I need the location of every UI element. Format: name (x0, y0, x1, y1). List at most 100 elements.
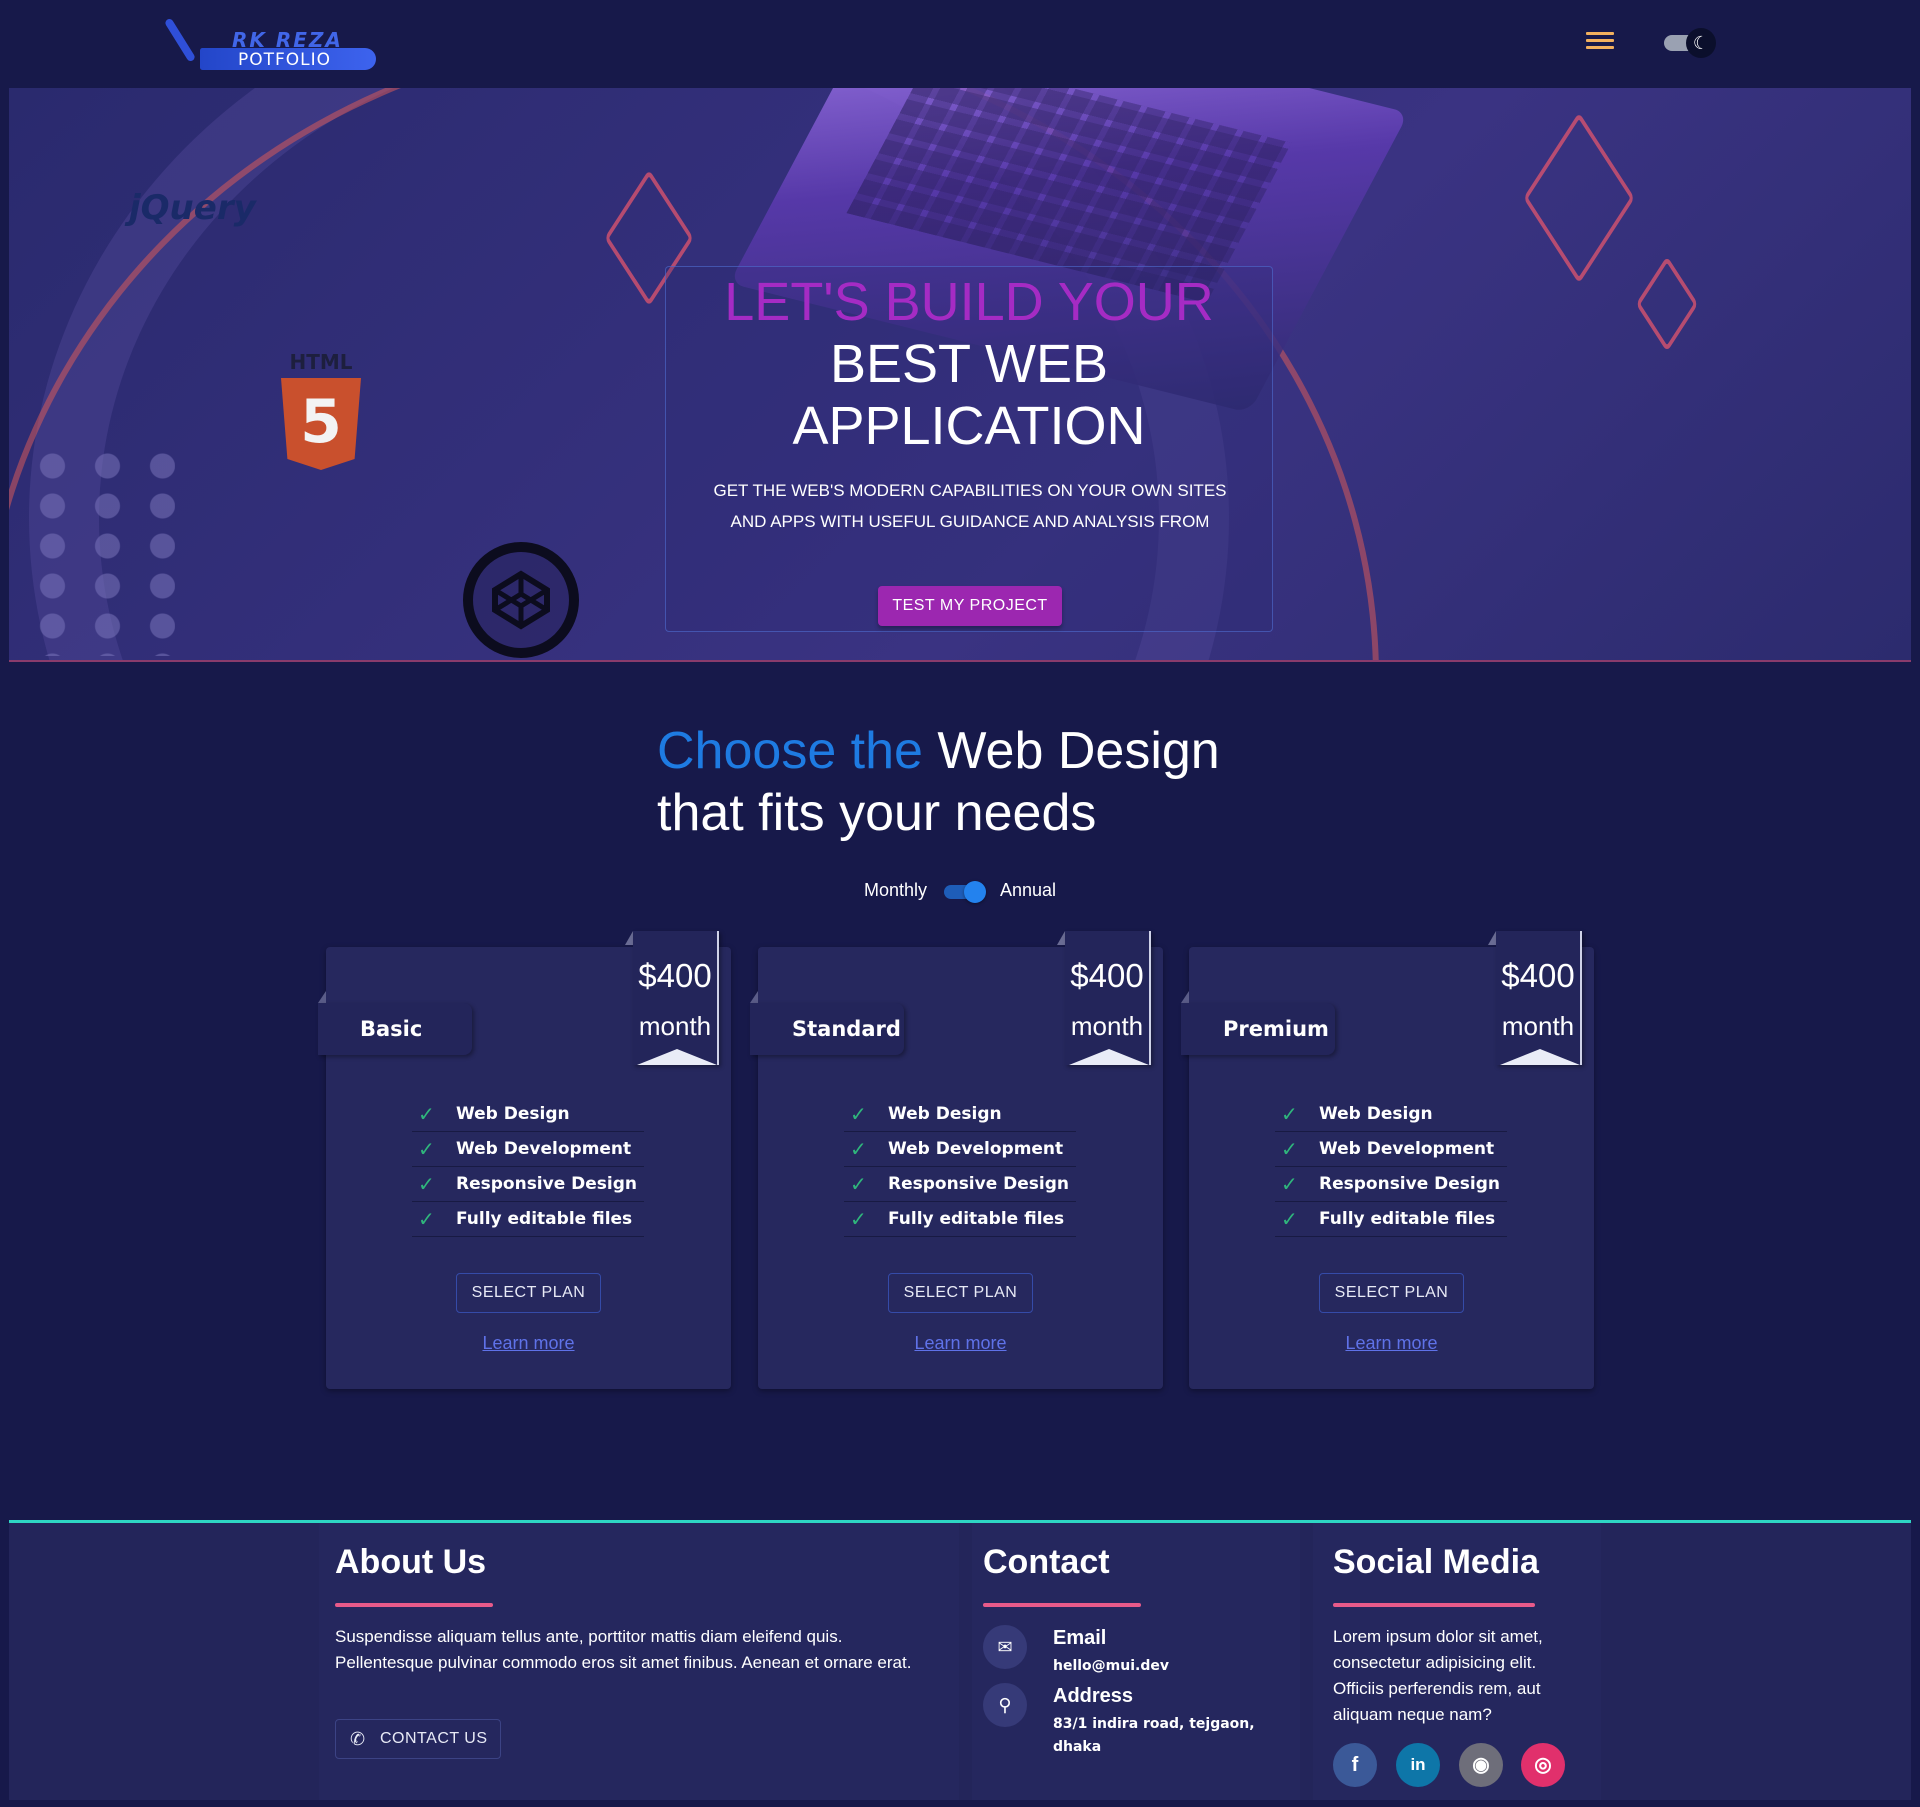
email-value[interactable]: hello@mui.dev (1053, 1655, 1263, 1678)
contact-address-item: ⚲ Address 83/1 indira road, tejgaon, dha… (983, 1683, 1283, 1773)
check-icon: ✓ (418, 1172, 435, 1196)
facebook-icon[interactable]: f (1333, 1743, 1377, 1787)
feature-list: ✓ Web Design ✓ Web Development ✓ Responsive… (412, 1097, 644, 1237)
check-icon: ✓ (418, 1137, 435, 1161)
price-tag-fold (625, 931, 633, 945)
footer-about-text: Suspendisse aliquam tellus ante, porttit… (335, 1627, 912, 1672)
feature-label: Responsive Design (888, 1174, 1070, 1194)
feature-item: ✓ Responsive Design (844, 1167, 1076, 1202)
price-tag: $400 month (1496, 931, 1582, 1065)
html5-logo-label: HTML (289, 350, 353, 374)
feature-label: Web Development (456, 1139, 632, 1159)
select-plan-button[interactable]: SELECT PLAN (888, 1273, 1033, 1313)
check-icon: ✓ (1281, 1207, 1298, 1231)
address-label: Address (1053, 1685, 1134, 1707)
price-tag: $400 month (1065, 931, 1151, 1065)
feature-list: ✓ Web Design ✓ Web Development ✓ Responsive… (1275, 1097, 1507, 1237)
feature-label: Fully editable files (1319, 1209, 1496, 1229)
html5-shield-icon: 5 (281, 378, 361, 470)
feature-list: ✓ Web Design ✓ Web Development ✓ Responsive… (844, 1097, 1076, 1237)
feature-item: ✓ Web Development (1275, 1132, 1507, 1167)
check-icon: ✓ (850, 1102, 867, 1126)
location-pin-icon: ⚲ (983, 1683, 1027, 1727)
contact-us-button[interactable]: ✆ CONTACT US (335, 1719, 501, 1759)
email-icon: ✉ (983, 1625, 1027, 1669)
billing-period-switch-group: Monthly Annual (864, 876, 1064, 906)
plan-period: month (638, 1011, 712, 1041)
learn-more-link[interactable]: Learn more (758, 1333, 1163, 1354)
footer-social-title: Social Media (1333, 1543, 1539, 1581)
check-icon: ✓ (850, 1172, 867, 1196)
check-icon: ✓ (1281, 1172, 1298, 1196)
billing-toggle-switch[interactable] (944, 880, 986, 903)
pricing-heading-accent: Choose the (657, 722, 923, 780)
learn-more-link[interactable]: Learn more (326, 1333, 731, 1354)
check-icon: ✓ (1281, 1137, 1298, 1161)
hero-title-line2: BEST WEB (829, 334, 1109, 394)
plan-card-standard: Standard $400 month ✓ Web Design ✓ Web Dev… (750, 931, 1163, 1389)
price-tag: $400 month (633, 931, 719, 1065)
plan-price: $400 (638, 957, 712, 994)
footer-about-title: About Us (335, 1543, 487, 1581)
hamburger-menu-icon[interactable] (1586, 32, 1614, 54)
feature-item: ✓ Web Development (844, 1132, 1076, 1167)
address-value: 83/1 indira road, tejgaon, dhaka (1053, 1716, 1255, 1755)
feature-item: ✓ Web Design (1275, 1097, 1507, 1132)
feature-item: ✓ Responsive Design (412, 1167, 644, 1202)
instagram-icon[interactable]: ◎ (1521, 1743, 1565, 1787)
price-tag-fold (1057, 931, 1065, 945)
check-icon: ✓ (418, 1207, 435, 1231)
plan-card-basic: Basic $400 month ✓ Web Design ✓ Web Develo… (318, 931, 731, 1389)
select-plan-button[interactable]: SELECT PLAN (456, 1273, 601, 1313)
feature-label: Web Design (1319, 1104, 1433, 1124)
feature-label: Fully editable files (888, 1209, 1065, 1229)
dot-grid-decor (25, 446, 175, 656)
footer-about-underline (335, 1603, 493, 1607)
billing-annual-label: Annual (1000, 880, 1057, 900)
linkedin-icon[interactable]: in (1396, 1743, 1440, 1787)
top-navbar: RK REZA POTFOLIO ☾ (0, 0, 1920, 88)
learn-more-link[interactable]: Learn more (1189, 1333, 1594, 1354)
footer-contact-column: Contact ✉ Email hello@mui.dev ⚲ Address … (972, 1523, 1300, 1800)
plan-period: month (1501, 1011, 1575, 1041)
diamond-decor (1523, 112, 1635, 284)
jquery-logo: jQuery (129, 188, 256, 228)
billing-monthly-label: Monthly (864, 880, 928, 900)
phone-icon: ✆ (350, 1729, 366, 1749)
footer-social-underline (1333, 1603, 1535, 1607)
select-plan-button[interactable]: SELECT PLAN (1319, 1273, 1464, 1313)
check-icon: ✓ (850, 1207, 867, 1231)
moon-icon: ☾ (1686, 28, 1716, 58)
feature-label: Web Development (888, 1139, 1064, 1159)
test-my-project-button[interactable]: TEST MY PROJECT (878, 586, 1062, 626)
hero-title-line1: LET'S BUILD YOUR (724, 272, 1214, 332)
feature-label: Responsive Design (1319, 1174, 1501, 1194)
check-icon: ✓ (850, 1137, 867, 1161)
pricing-heading: Choose the Web Design that fits your nee… (657, 720, 1357, 844)
theme-toggle-switch[interactable]: ☾ (1662, 26, 1720, 60)
plan-name: Basic (318, 1003, 472, 1055)
plan-price: $400 (1501, 957, 1575, 994)
price-tag-notch (1500, 1049, 1580, 1065)
feature-label: Web Development (1319, 1139, 1495, 1159)
logo-title: RK REZA (232, 28, 343, 52)
diamond-decor (1635, 255, 1699, 353)
site-logo[interactable]: RK REZA POTFOLIO (163, 12, 392, 76)
logo-subtitle: POTFOLIO (238, 50, 332, 70)
feature-item: ✓ Fully editable files (844, 1202, 1076, 1237)
ribbon-fold (1181, 991, 1189, 1003)
ribbon-fold (318, 991, 326, 1003)
feature-item: ✓ Web Design (844, 1097, 1076, 1132)
feature-item: ✓ Web Development (412, 1132, 644, 1167)
feature-item: ✓ Responsive Design (1275, 1167, 1507, 1202)
logo-brush-handle (163, 17, 197, 63)
plan-card-premium: Premium $400 month ✓ Web Design ✓ Web Deve… (1181, 931, 1594, 1389)
github-icon[interactable]: ◉ (1459, 1743, 1503, 1787)
footer-contact-title: Contact (983, 1543, 1110, 1581)
ribbon-fold (750, 991, 758, 1003)
check-icon: ✓ (418, 1102, 435, 1126)
feature-item: ✓ Web Design (412, 1097, 644, 1132)
feature-label: Fully editable files (456, 1209, 633, 1229)
plan-price: $400 (1070, 957, 1144, 994)
check-icon: ✓ (1281, 1102, 1298, 1126)
